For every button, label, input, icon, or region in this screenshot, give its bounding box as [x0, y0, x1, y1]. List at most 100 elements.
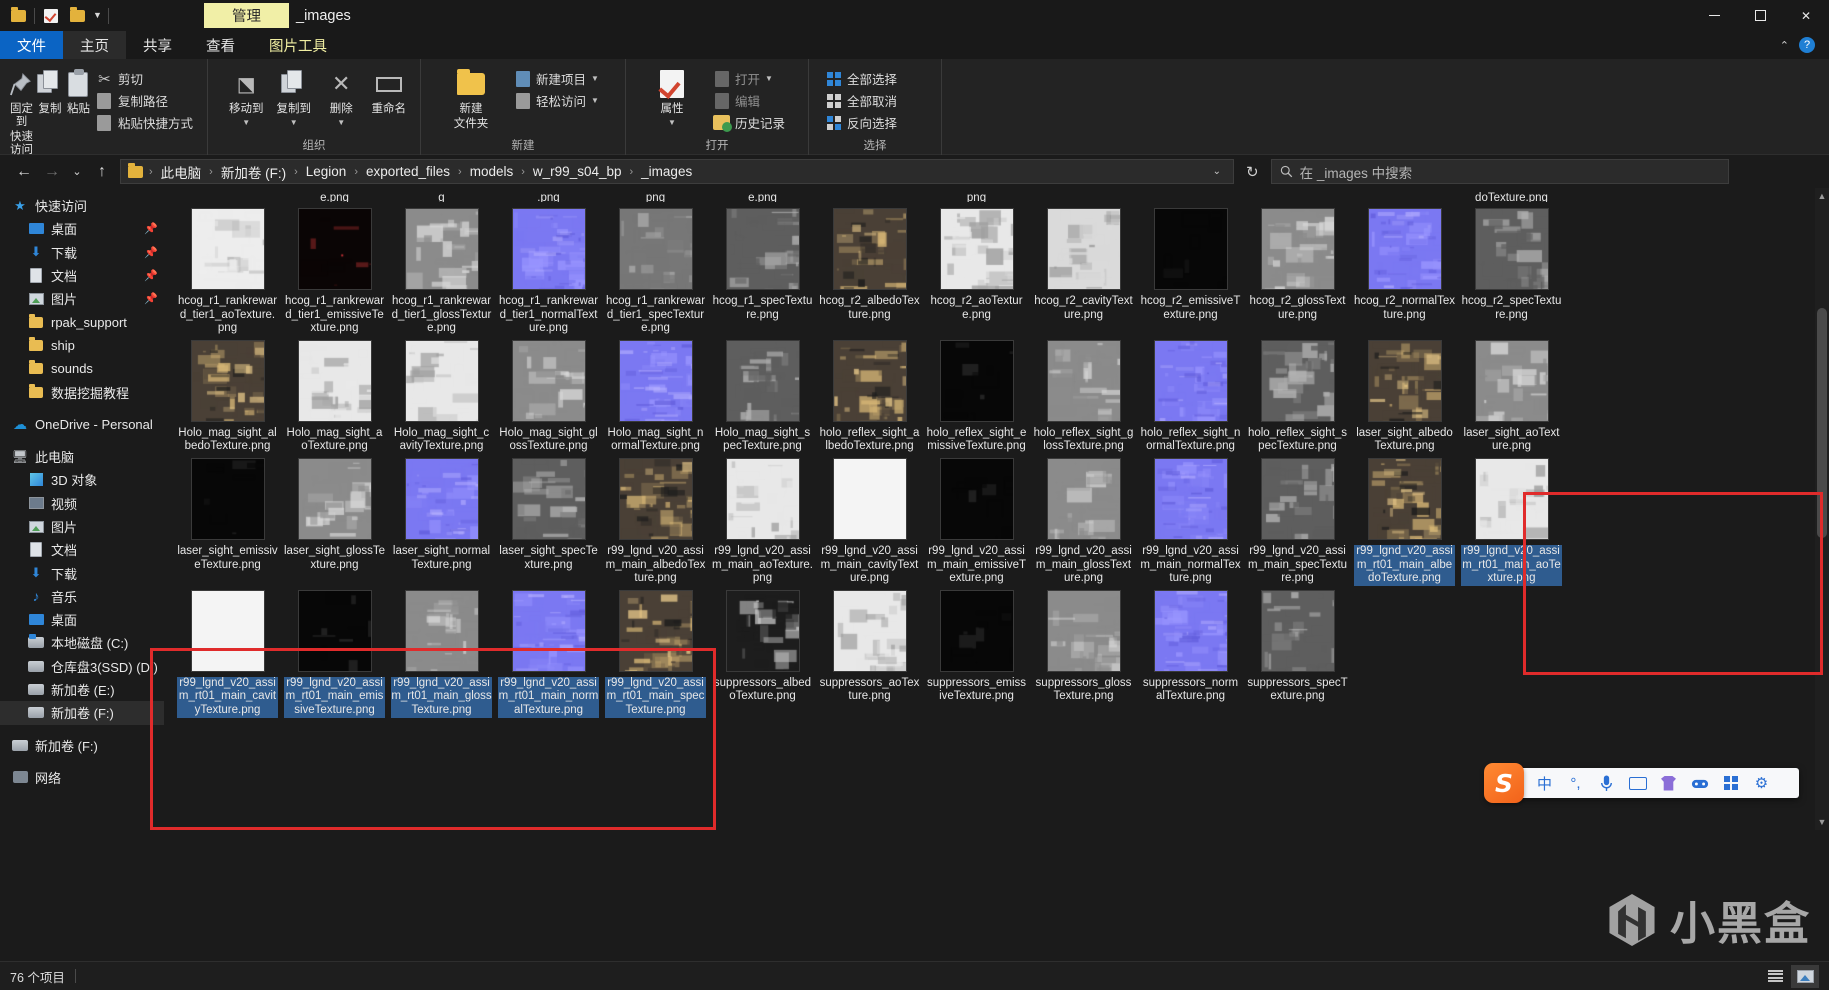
- sidebar-item-music[interactable]: ♪ 音乐: [0, 585, 164, 608]
- ime-toolbox-icon[interactable]: [1685, 770, 1714, 796]
- sidebar-item-pictures-pc[interactable]: 图片: [0, 515, 164, 538]
- file-item[interactable]: Holo_mag_sight_albedoTexture.png: [174, 336, 281, 454]
- file-item[interactable]: hcog_r2_aoTexture.png: [923, 204, 1030, 322]
- file-item[interactable]: r99_lgnd_v20_assim_main_normalTexture.pn…: [1137, 454, 1244, 586]
- history-button[interactable]: 历史记录: [711, 112, 790, 133]
- file-item[interactable]: r99_lgnd_v20_assim_rt01_main_aoTexture.p…: [1458, 454, 1565, 586]
- breadcrumb-item-1[interactable]: 新加卷 (F:): [216, 162, 291, 182]
- file-item[interactable]: Holo_mag_sight_aoTexture.png: [281, 336, 388, 454]
- copy-button[interactable]: 复制: [36, 64, 63, 116]
- refresh-button[interactable]: ↻: [1240, 163, 1265, 181]
- new-folder-icon[interactable]: [67, 6, 87, 26]
- ime-mic-icon[interactable]: [1592, 770, 1621, 796]
- new-item-button[interactable]: 新建项目 ▼: [512, 68, 604, 89]
- file-item[interactable]: hcog_r1_rankreward_tier1_specTexture.png: [602, 204, 709, 336]
- file-item[interactable]: suppressors_normalTexture.png: [1137, 586, 1244, 704]
- file-item[interactable]: r99_lgnd_v20_assim_rt01_main_emissiveTex…: [281, 586, 388, 718]
- chevron-down-icon[interactable]: ▼: [668, 118, 676, 127]
- breadcrumb[interactable]: › 此电脑 › 新加卷 (F:) › Legion › exported_fil…: [120, 159, 1234, 184]
- pin-to-quick-access-button[interactable]: 固定到 快速访问: [9, 64, 34, 157]
- breadcrumb-dropdown-icon[interactable]: ⌄: [1205, 166, 1229, 177]
- paste-shortcut-button[interactable]: 粘贴快捷方式: [94, 112, 198, 133]
- file-item[interactable]: hcog_r2_cavityTexture.png: [1030, 204, 1137, 322]
- file-item[interactable]: suppressors_emissiveTexture.png: [923, 586, 1030, 704]
- file-item[interactable]: r99_lgnd_v20_assim_main_cavityTexture.pn…: [816, 454, 923, 586]
- sidebar-item-3d-objects[interactable]: 3D 对象: [0, 468, 164, 491]
- sidebar-item-ship[interactable]: ship: [0, 334, 164, 357]
- file-item[interactable]: hcog_r1_rankreward_tier1_glossTexture.pn…: [388, 204, 495, 336]
- recent-locations-button[interactable]: ⌄: [66, 158, 88, 186]
- file-item[interactable]: laser_sight_aoTexture.png: [1458, 336, 1565, 454]
- easy-access-button[interactable]: 轻松访问 ▼: [512, 90, 604, 111]
- file-item[interactable]: r99_lgnd_v20_assim_main_glossTexture.png: [1030, 454, 1137, 586]
- tab-picture-tools[interactable]: 图片工具: [252, 31, 344, 59]
- properties-check-icon[interactable]: [41, 6, 61, 26]
- file-item[interactable]: Holo_mag_sight_glossTexture.png: [495, 336, 602, 454]
- file-item[interactable]: holo_reflex_sight_specTexture.png: [1244, 336, 1351, 454]
- move-to-button[interactable]: ⬔ 移动到 ▼: [224, 64, 269, 128]
- copy-to-button[interactable]: 复制到 ▼: [272, 64, 317, 127]
- file-item[interactable]: hcog_r1_rankreward_tier1_normalTexture.p…: [495, 204, 602, 336]
- file-item[interactable]: r99_lgnd_v20_assim_rt01_main_cavityTextu…: [174, 586, 281, 718]
- select-none-button[interactable]: 全部取消: [823, 90, 902, 111]
- file-item[interactable]: r99_lgnd_v20_assim_rt01_main_normalTextu…: [495, 586, 602, 718]
- scrollbar-thumb[interactable]: [1817, 308, 1827, 538]
- sidebar-item-drive-f[interactable]: 新加卷 (F:): [0, 701, 164, 725]
- file-item[interactable]: hcog_r2_albedoTexture.png: [816, 204, 923, 322]
- file-item[interactable]: suppressors_albedoTexture.png: [709, 586, 816, 704]
- breadcrumb-item-0[interactable]: 此电脑: [156, 162, 207, 182]
- breadcrumb-item-5[interactable]: w_r99_s04_bp: [528, 164, 627, 179]
- breadcrumb-item-6[interactable]: _images: [636, 164, 697, 179]
- rename-button[interactable]: 重命名: [367, 64, 412, 116]
- collapse-ribbon-icon[interactable]: ⌃: [1780, 39, 1789, 52]
- file-item[interactable]: r99_lgnd_v20_assim_main_aoTexture.png: [709, 454, 816, 586]
- ime-language-toggle[interactable]: 中: [1530, 770, 1559, 796]
- file-item[interactable]: hcog_r2_glossTexture.png: [1244, 204, 1351, 322]
- file-item[interactable]: holo_reflex_sight_glossTexture.png: [1030, 336, 1137, 454]
- ime-skin-icon[interactable]: [1654, 770, 1683, 796]
- delete-button[interactable]: ✕ 删除 ▼: [319, 64, 364, 127]
- breadcrumb-item-2[interactable]: Legion: [301, 164, 352, 179]
- file-item[interactable]: laser_sight_normalTexture.png: [388, 454, 495, 572]
- chevron-down-icon[interactable]: ▼: [591, 74, 599, 83]
- sidebar-item-downloads-pc[interactable]: ⬇ 下载: [0, 561, 164, 584]
- file-item[interactable]: holo_reflex_sight_albedoTexture.png: [816, 336, 923, 454]
- breadcrumb-item-3[interactable]: exported_files: [361, 164, 455, 179]
- sidebar-item-videos[interactable]: 视频: [0, 492, 164, 515]
- file-item[interactable]: suppressors_glossTexture.png: [1030, 586, 1137, 704]
- sogou-logo-icon[interactable]: S: [1484, 763, 1524, 803]
- chevron-down-icon[interactable]: ▼: [765, 74, 773, 83]
- select-all-button[interactable]: 全部选择: [823, 68, 902, 89]
- file-item[interactable]: laser_sight_glossTexture.png: [281, 454, 388, 572]
- copy-path-button[interactable]: 复制路径: [94, 90, 198, 111]
- file-item[interactable]: suppressors_specTexture.png: [1244, 586, 1351, 704]
- sidebar-item-desktop[interactable]: 桌面 📌: [0, 217, 164, 240]
- up-button[interactable]: ↑: [88, 158, 116, 186]
- sidebar-item-this-pc[interactable]: 🖥 此电脑: [0, 445, 164, 468]
- contextual-tab-header[interactable]: 管理: [204, 3, 289, 28]
- sidebar-item-documents[interactable]: 文档 📌: [0, 264, 164, 287]
- folder-icon[interactable]: [8, 6, 28, 26]
- sidebar-item-drive-e[interactable]: 新加卷 (E:): [0, 678, 164, 701]
- sidebar-item-drive-f-root[interactable]: 新加卷 (F:): [0, 734, 164, 757]
- properties-button[interactable]: 属性 ▼: [640, 64, 704, 127]
- chevron-down-icon[interactable]: ▼: [591, 96, 599, 105]
- sidebar-item-documents-pc[interactable]: 文档: [0, 538, 164, 561]
- search-input[interactable]: 在 _images 中搜索: [1270, 159, 1729, 184]
- navigation-pane[interactable]: ★ 快速访问 桌面 📌 ⬇ 下载 📌 文档 📌 图片 📌 rpak_suppor…: [0, 188, 164, 830]
- tab-home[interactable]: 主页: [63, 31, 126, 59]
- file-item[interactable]: hcog_r2_emissiveTexture.png: [1137, 204, 1244, 322]
- chevron-down-icon[interactable]: ▼: [290, 118, 298, 127]
- help-icon[interactable]: ?: [1799, 37, 1815, 53]
- file-item[interactable]: r99_lgnd_v20_assim_main_specTexture.png: [1244, 454, 1351, 586]
- file-item[interactable]: laser_sight_specTexture.png: [495, 454, 602, 572]
- tab-file[interactable]: 文件: [0, 31, 63, 59]
- chevron-down-icon[interactable]: ▼: [337, 118, 345, 127]
- tab-view[interactable]: 查看: [189, 31, 252, 59]
- open-button[interactable]: 打开 ▼: [711, 68, 790, 89]
- sidebar-item-sounds[interactable]: sounds: [0, 357, 164, 380]
- sidebar-item-rpak-support[interactable]: rpak_support: [0, 310, 164, 333]
- chevron-down-icon[interactable]: ▼: [93, 11, 102, 20]
- ime-punctuation-toggle[interactable]: °,: [1561, 770, 1590, 796]
- chevron-down-icon[interactable]: ▼: [242, 118, 250, 127]
